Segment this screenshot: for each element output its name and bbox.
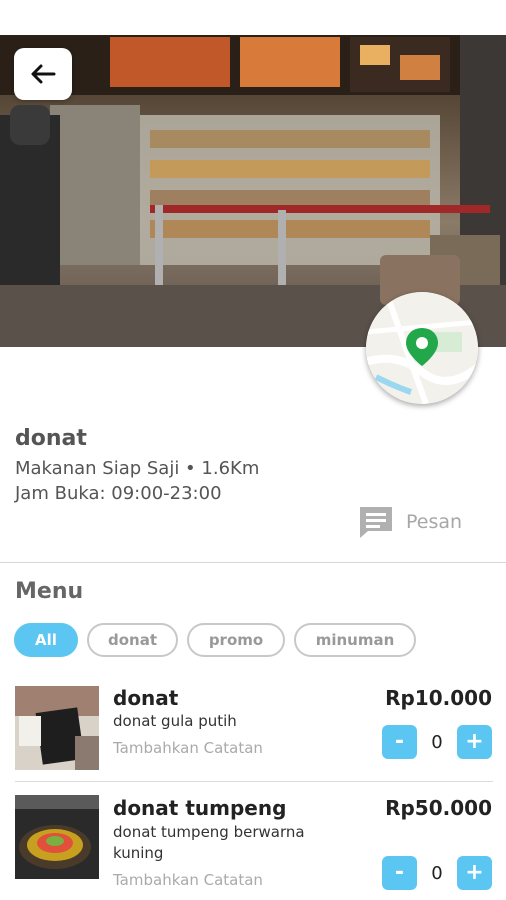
store-category-distance: Makanan Siap Saji • 1.6Km bbox=[15, 458, 260, 479]
add-note-link[interactable]: Tambahkan Catatan bbox=[113, 871, 263, 889]
quantity-value: 0 bbox=[431, 731, 443, 753]
menu-title: Menu bbox=[15, 579, 84, 604]
map-button[interactable] bbox=[366, 292, 478, 404]
filter-chip-donat[interactable]: donat bbox=[87, 623, 178, 657]
map-pin-icon bbox=[366, 292, 478, 404]
add-note-link[interactable]: Tambahkan Catatan bbox=[113, 739, 263, 757]
item-divider bbox=[15, 781, 493, 782]
menu-item-name: donat tumpeng bbox=[113, 796, 287, 820]
message-button[interactable]: Pesan bbox=[358, 505, 462, 539]
donut-tumpeng-photo bbox=[15, 795, 99, 879]
filter-chip-all[interactable]: All bbox=[14, 623, 78, 657]
increase-quantity-button[interactable]: + bbox=[457, 856, 492, 890]
arrow-left-icon bbox=[31, 64, 56, 84]
menu-item-name: donat bbox=[113, 686, 179, 710]
menu-item-description: donat tumpeng berwarna kuning bbox=[113, 823, 305, 862]
filter-chip-promo[interactable]: promo bbox=[187, 623, 285, 657]
store-name: donat bbox=[15, 426, 87, 451]
menu-filter-chips: All donat promo minuman bbox=[14, 623, 416, 657]
quantity-stepper: - 0 + bbox=[382, 725, 492, 759]
store-info: Makanan Siap Saji • 1.6Km Jam Buka: 09:0… bbox=[15, 456, 259, 506]
decrease-quantity-button[interactable]: - bbox=[382, 725, 417, 759]
menu-item-image[interactable] bbox=[15, 795, 99, 879]
menu-item-description: donat gula putih bbox=[113, 712, 237, 730]
menu-item-price: Rp50.000 bbox=[385, 796, 492, 820]
menu-item-price: Rp10.000 bbox=[385, 686, 492, 710]
menu-item-image[interactable] bbox=[15, 686, 99, 770]
increase-quantity-button[interactable]: + bbox=[457, 725, 492, 759]
back-button[interactable] bbox=[14, 48, 72, 100]
quantity-stepper: - 0 + bbox=[382, 856, 492, 890]
decrease-quantity-button[interactable]: - bbox=[382, 856, 417, 890]
chat-bubble-icon bbox=[360, 507, 392, 538]
message-label: Pesan bbox=[406, 511, 463, 533]
section-divider bbox=[0, 562, 506, 563]
store-hours: Jam Buka: 09:00-23:00 bbox=[15, 483, 222, 504]
status-bar bbox=[0, 0, 506, 35]
quantity-value: 0 bbox=[431, 862, 443, 884]
filter-chip-minuman[interactable]: minuman bbox=[294, 623, 416, 657]
donut-photo bbox=[15, 686, 99, 770]
